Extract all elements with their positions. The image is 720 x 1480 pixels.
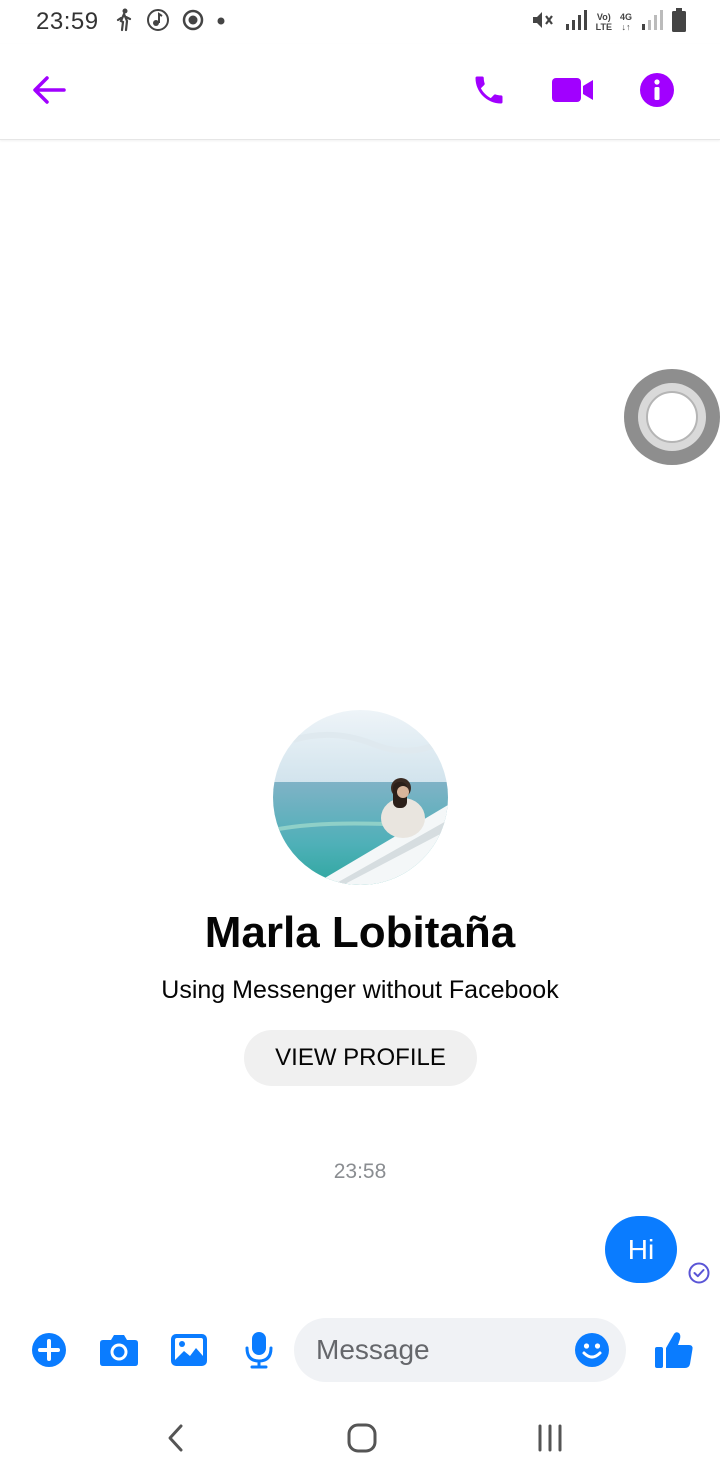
nav-home-button[interactable] [332, 1418, 392, 1462]
battery-icon [672, 7, 686, 37]
system-nav-bar [0, 1400, 720, 1480]
video-call-button[interactable] [549, 68, 597, 116]
nav-back-button[interactable] [146, 1418, 206, 1462]
contact-name: Marla Lobitaña [204, 908, 516, 957]
outgoing-message-bubble[interactable]: Hi [605, 1216, 677, 1283]
gallery-icon [170, 1333, 208, 1372]
dot-icon [216, 13, 226, 31]
4g-icon: 4G ↓↑ [619, 12, 632, 32]
home-nav-icon [347, 1423, 377, 1458]
back-button[interactable] [25, 68, 73, 116]
back-arrow-icon [31, 74, 67, 111]
like-button[interactable] [651, 1329, 697, 1375]
contact-subtitle: Using Messenger without Facebook [161, 976, 559, 1004]
voice-call-button[interactable] [465, 68, 513, 116]
network-type-label: 4G [619, 12, 632, 22]
status-left-icons [114, 8, 226, 36]
lte-label: LTE [595, 22, 612, 32]
video-camera-icon [552, 76, 594, 109]
walking-icon [114, 8, 134, 37]
message-field-container [294, 1318, 626, 1382]
camera-button[interactable] [96, 1329, 142, 1375]
gallery-button[interactable] [166, 1329, 212, 1375]
emoji-icon [574, 1333, 610, 1372]
record-icon [182, 9, 204, 36]
more-actions-button[interactable] [26, 1329, 72, 1375]
info-button[interactable] [633, 68, 681, 116]
music-icon [146, 8, 170, 37]
app-bar [0, 44, 720, 140]
assistive-touch-ring [638, 383, 706, 451]
message-input[interactable] [316, 1318, 566, 1382]
voice-message-button[interactable] [236, 1329, 282, 1375]
assistive-touch-button[interactable] [624, 369, 720, 465]
phone-icon [471, 72, 507, 113]
microphone-icon [244, 1331, 274, 1374]
volte-label: Vo) [596, 12, 611, 22]
recents-nav-icon [536, 1424, 564, 1457]
thumbs-up-icon [654, 1331, 694, 1374]
message-composer [0, 1312, 720, 1392]
camera-icon [99, 1333, 139, 1372]
view-profile-button[interactable]: VIEW PROFILE [244, 1030, 477, 1086]
signal-weak-icon [640, 9, 664, 36]
status-bar: 23:59 Vo) LTE 4G ↓↑ [0, 0, 720, 44]
back-nav-icon [166, 1423, 186, 1458]
signal-icon [564, 9, 588, 36]
message-timestamp: 23:58 [333, 1160, 387, 1183]
volte-icon: Vo) LTE [596, 12, 612, 32]
sent-check-icon [688, 1262, 710, 1284]
plus-icon [31, 1332, 67, 1373]
mute-icon [530, 9, 556, 36]
avatar[interactable] [273, 710, 448, 885]
emoji-button[interactable] [574, 1332, 610, 1368]
nav-recents-button[interactable] [520, 1418, 580, 1462]
info-icon [639, 72, 675, 113]
status-time: 23:59 [36, 8, 99, 35]
status-right-icons: Vo) LTE 4G ↓↑ [530, 7, 686, 37]
assistive-touch-core [646, 391, 698, 443]
